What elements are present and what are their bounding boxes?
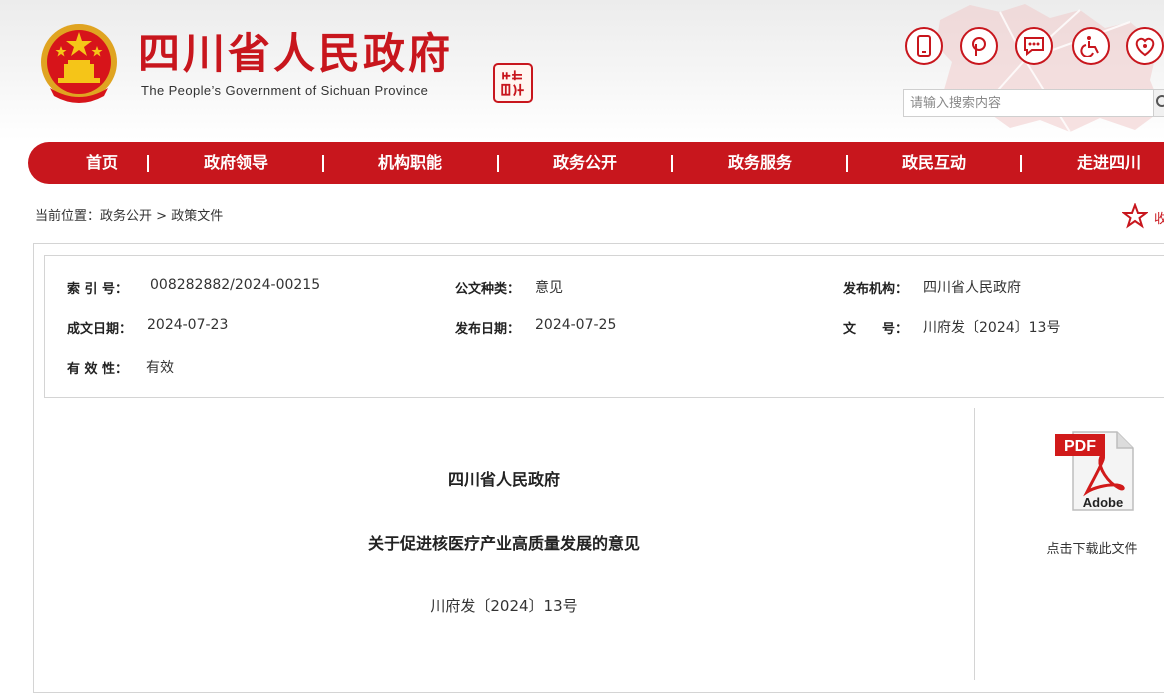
star-icon <box>1121 202 1149 229</box>
breadcrumb-prefix: 当前位置： <box>35 209 101 224</box>
published-date-label: 发布日期： <box>455 322 521 337</box>
nav-government-affairs[interactable]: 政务公开 <box>553 142 617 184</box>
national-emblem-icon <box>41 24 117 103</box>
site-subtitle: The People’s Government of Sichuan Provi… <box>141 83 429 98</box>
published-date-value: 2024-07-25 <box>535 317 617 333</box>
index-value: 008282882/2024-00215 <box>150 277 321 293</box>
created-date-value: 2024-07-23 <box>147 317 229 333</box>
nav-separator <box>846 155 848 172</box>
breadcrumb-separator: > <box>152 209 172 224</box>
document-number-label: 文 号： <box>843 322 909 337</box>
china-sichuan-seal-icon <box>493 63 533 103</box>
download-file-link[interactable]: 点击下载此文件 <box>1046 538 1137 557</box>
search-button[interactable] <box>1153 89 1164 117</box>
document-title: 关于促进核医疗产业高质量发展的意见 <box>367 534 641 553</box>
nav-separator <box>147 155 149 172</box>
breadcrumb-item-policy-documents[interactable]: 政策文件 <box>171 205 223 224</box>
validity-label: 有 效 性： <box>67 362 129 377</box>
nav-separator <box>322 155 324 172</box>
document-number-value: 川府发〔2024〕13号 <box>923 320 1061 336</box>
elder-care-icon[interactable] <box>1126 27 1164 65</box>
publisher-value: 四川省人民政府 <box>923 280 1021 296</box>
search-box <box>903 89 1154 117</box>
search-icon <box>1156 95 1164 107</box>
breadcrumb: 当前位置：政务公开 > 政策文件 <box>35 205 223 224</box>
created-date-label: 成文日期： <box>67 322 133 337</box>
index-label: 索 引 号： <box>67 282 129 297</box>
favorite-label: 收藏 <box>1154 212 1164 227</box>
nav-separator <box>497 155 499 172</box>
nav-interaction[interactable]: 政民互动 <box>902 142 966 184</box>
pdf-download-icon[interactable]: PDF Adobe <box>1053 430 1135 512</box>
nav-about-sichuan[interactable]: 走进四川 <box>1077 142 1141 184</box>
nav-home[interactable]: 首页 <box>86 142 118 184</box>
document-issuer: 四川省人民政府 <box>447 470 561 489</box>
category-value: 意见 <box>535 280 563 296</box>
adobe-brand-text: Adobe <box>1083 495 1123 510</box>
category-label: 公文种类： <box>455 282 521 297</box>
message-icon[interactable] <box>1015 27 1053 65</box>
pdf-badge-text: PDF <box>1064 438 1096 455</box>
search-input[interactable] <box>904 90 1144 116</box>
nav-separator <box>1020 155 1022 172</box>
document-number: 川府发〔2024〕13号 <box>430 597 578 615</box>
breadcrumb-item-government-affairs[interactable]: 政务公开 <box>100 205 152 224</box>
site-header: 四川省人民政府 The People’s Government of Sichu… <box>0 0 1164 140</box>
validity-value: 有效 <box>146 360 174 376</box>
nav-institutions[interactable]: 机构职能 <box>378 142 442 184</box>
mobile-icon[interactable] <box>905 27 943 65</box>
nav-government-leaders[interactable]: 政府领导 <box>204 142 268 184</box>
weibo-icon[interactable] <box>960 27 998 65</box>
accessibility-icon[interactable] <box>1072 27 1110 65</box>
favorite-button[interactable]: 收藏 <box>1121 202 1164 233</box>
nav-government-services[interactable]: 政务服务 <box>728 142 792 184</box>
nav-separator <box>671 155 673 172</box>
site-title[interactable]: 四川省人民政府 <box>138 28 453 80</box>
publisher-label: 发布机构： <box>843 282 909 297</box>
main-nav: 首页 政府领导 机构职能 政务公开 政务服务 政民互动 走进四川 <box>28 142 1164 184</box>
content-divider <box>974 408 975 680</box>
document-metadata: 索 引 号： 008282882/2024-00215 公文种类： 意见 发布机… <box>44 255 1164 398</box>
